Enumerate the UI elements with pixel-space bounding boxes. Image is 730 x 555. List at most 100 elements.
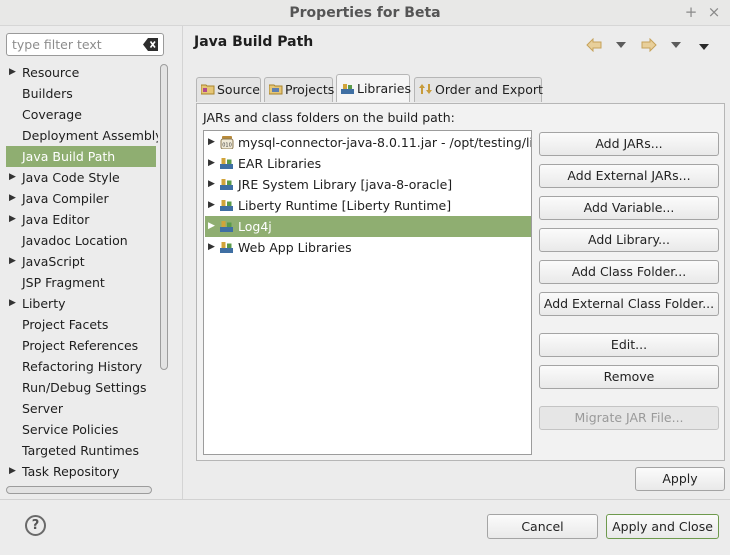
edit-button[interactable]: Edit... <box>539 333 719 357</box>
maximize-button[interactable]: + <box>682 3 700 21</box>
tree-item[interactable]: Javadoc Location <box>6 230 156 251</box>
tree-item-label: JSP Fragment <box>22 275 105 290</box>
close-button[interactable]: × <box>705 3 723 21</box>
expand-arrow-icon[interactable]: ▶ <box>208 153 215 174</box>
expand-arrow-icon[interactable]: ▶ <box>9 188 16 209</box>
add-variable-button[interactable]: Add Variable... <box>539 196 719 220</box>
forward-history-dropdown-icon[interactable] <box>671 42 681 48</box>
expand-arrow-icon[interactable]: ▶ <box>9 167 16 188</box>
tab-label: Order and Export <box>435 82 543 97</box>
tree-item-label: Java Editor <box>22 212 90 227</box>
expand-arrow-icon[interactable]: ▶ <box>208 132 215 153</box>
add-class-folder-button[interactable]: Add Class Folder... <box>539 260 719 284</box>
expand-arrow-icon[interactable]: ▶ <box>9 209 16 230</box>
library-label: JRE System Library [java-8-oracle] <box>238 177 453 192</box>
tree-item[interactable]: Java Build Path <box>6 146 156 167</box>
view-menu-icon[interactable] <box>699 44 709 50</box>
tree-item[interactable]: Server <box>6 398 156 419</box>
tree-item[interactable]: ▶ Liberty <box>6 293 156 314</box>
libraries-caption: JARs and class folders on the build path… <box>203 110 455 125</box>
library-row[interactable]: ▶ Web App Libraries <box>205 237 531 258</box>
title-bar: Properties for Beta + × <box>0 0 730 26</box>
filter-box <box>6 33 164 56</box>
tab-libraries[interactable]: Libraries <box>336 74 411 102</box>
jar-icon: 010 <box>220 136 234 149</box>
tree-item[interactable]: Project References <box>6 335 156 356</box>
help-icon[interactable]: ? <box>25 515 46 536</box>
expand-arrow-icon[interactable]: ▶ <box>208 195 215 216</box>
tree-item[interactable]: ▶ Resource <box>6 62 156 83</box>
add-external-jars-button[interactable]: Add External JARs... <box>539 164 719 188</box>
tab-projects[interactable]: Projects <box>264 77 335 102</box>
project-folder-icon <box>269 84 283 95</box>
library-row[interactable]: ▶ JRE System Library [java-8-oracle] <box>205 174 531 195</box>
library-icon <box>220 158 233 169</box>
tree-item-label: Deployment Assembly <box>22 128 158 143</box>
library-row[interactable]: ▶ Liberty Runtime [Liberty Runtime] <box>205 195 531 216</box>
tree-item-label: Java Build Path <box>22 149 116 164</box>
source-folder-icon <box>201 84 215 95</box>
order-export-icon <box>419 84 432 94</box>
back-arrow-icon[interactable] <box>586 38 602 52</box>
remove-button[interactable]: Remove <box>539 365 719 389</box>
scrollbar-thumb[interactable] <box>160 64 168 370</box>
tree-item[interactable]: ▶ Java Editor <box>6 209 156 230</box>
libraries-panel: JARs and class folders on the build path… <box>196 103 725 461</box>
tree-item-label: Java Compiler <box>22 191 109 206</box>
tree-item-label: Service Policies <box>22 422 119 437</box>
tree-item[interactable]: Targeted Runtimes <box>6 440 156 461</box>
tree-item[interactable]: Coverage <box>6 104 156 125</box>
library-label: Liberty Runtime [Liberty Runtime] <box>238 198 452 213</box>
expand-arrow-icon[interactable]: ▶ <box>9 251 16 272</box>
tree-item-label: Refactoring History <box>22 359 143 374</box>
tree-item[interactable]: Refactoring History <box>6 356 156 377</box>
tree-item-label: Builders <box>22 86 73 101</box>
libraries-list[interactable]: ▶ 010 mysql-connector-java-8.0.11.jar - /o… <box>203 130 532 455</box>
tree-item[interactable]: Project Facets <box>6 314 156 335</box>
tree-item-label: Project References <box>22 338 139 353</box>
tab-label: Projects <box>285 82 335 97</box>
tree-item[interactable]: Run/Debug Settings <box>6 377 156 398</box>
tree-item-label: Targeted Runtimes <box>22 443 139 458</box>
tree-item[interactable]: ▶ Java Compiler <box>6 188 156 209</box>
library-row[interactable]: ▶ 010 mysql-connector-java-8.0.11.jar - /o… <box>205 132 531 153</box>
expand-arrow-icon[interactable]: ▶ <box>9 62 16 83</box>
add-external-class-folder-button[interactable]: Add External Class Folder... <box>539 292 719 316</box>
expand-arrow-icon[interactable]: ▶ <box>9 293 16 314</box>
expand-arrow-icon[interactable]: ▶ <box>9 461 16 482</box>
apply-and-close-button[interactable]: Apply and Close <box>606 514 719 539</box>
preference-tree: ▶ Resource Builders Coverage Deployment Asse… <box>0 62 158 509</box>
add-library-button[interactable]: Add Library... <box>539 228 719 252</box>
scrollbar-thumb[interactable] <box>6 486 152 494</box>
tree-item[interactable]: JSP Fragment <box>6 272 156 293</box>
tree-item[interactable]: Builders <box>6 83 156 104</box>
library-row[interactable]: ▶ EAR Libraries <box>205 153 531 174</box>
tab-order-and-export[interactable]: Order and Export <box>414 77 543 102</box>
svg-text:010: 010 <box>222 143 232 149</box>
library-label: Web App Libraries <box>238 240 352 255</box>
expand-arrow-icon[interactable]: ▶ <box>208 216 215 237</box>
library-row[interactable]: ▶ Log4j <box>205 216 531 237</box>
tree-vertical-scrollbar[interactable] <box>158 62 169 472</box>
cancel-button[interactable]: Cancel <box>487 514 598 539</box>
tab-source[interactable]: Source <box>196 77 261 102</box>
migrate-jar-file-button[interactable]: Migrate JAR File... <box>539 406 719 430</box>
library-icon <box>220 221 233 232</box>
expand-arrow-icon[interactable]: ▶ <box>208 174 215 195</box>
tree-item[interactable]: ▶ Java Code Style <box>6 167 156 188</box>
tree-item[interactable]: ▶ Task Repository <box>6 461 156 482</box>
add-jars-button[interactable]: Add JARs... <box>539 132 719 156</box>
page-title: Java Build Path <box>194 34 314 50</box>
tree-horizontal-scrollbar[interactable] <box>6 485 156 496</box>
filter-input[interactable] <box>12 36 136 53</box>
tree-item[interactable]: Deployment Assembly <box>6 125 158 146</box>
tree-item[interactable]: Service Policies <box>6 419 156 440</box>
back-history-dropdown-icon[interactable] <box>616 42 626 48</box>
tree-item-label: Task Repository <box>22 464 120 479</box>
clear-filter-icon[interactable] <box>143 38 158 51</box>
tree-item[interactable]: ▶ JavaScript <box>6 251 156 272</box>
expand-arrow-icon[interactable]: ▶ <box>208 237 215 258</box>
forward-arrow-icon[interactable] <box>641 38 657 52</box>
window-title: Properties for Beta <box>289 5 441 21</box>
apply-button[interactable]: Apply <box>635 467 725 491</box>
